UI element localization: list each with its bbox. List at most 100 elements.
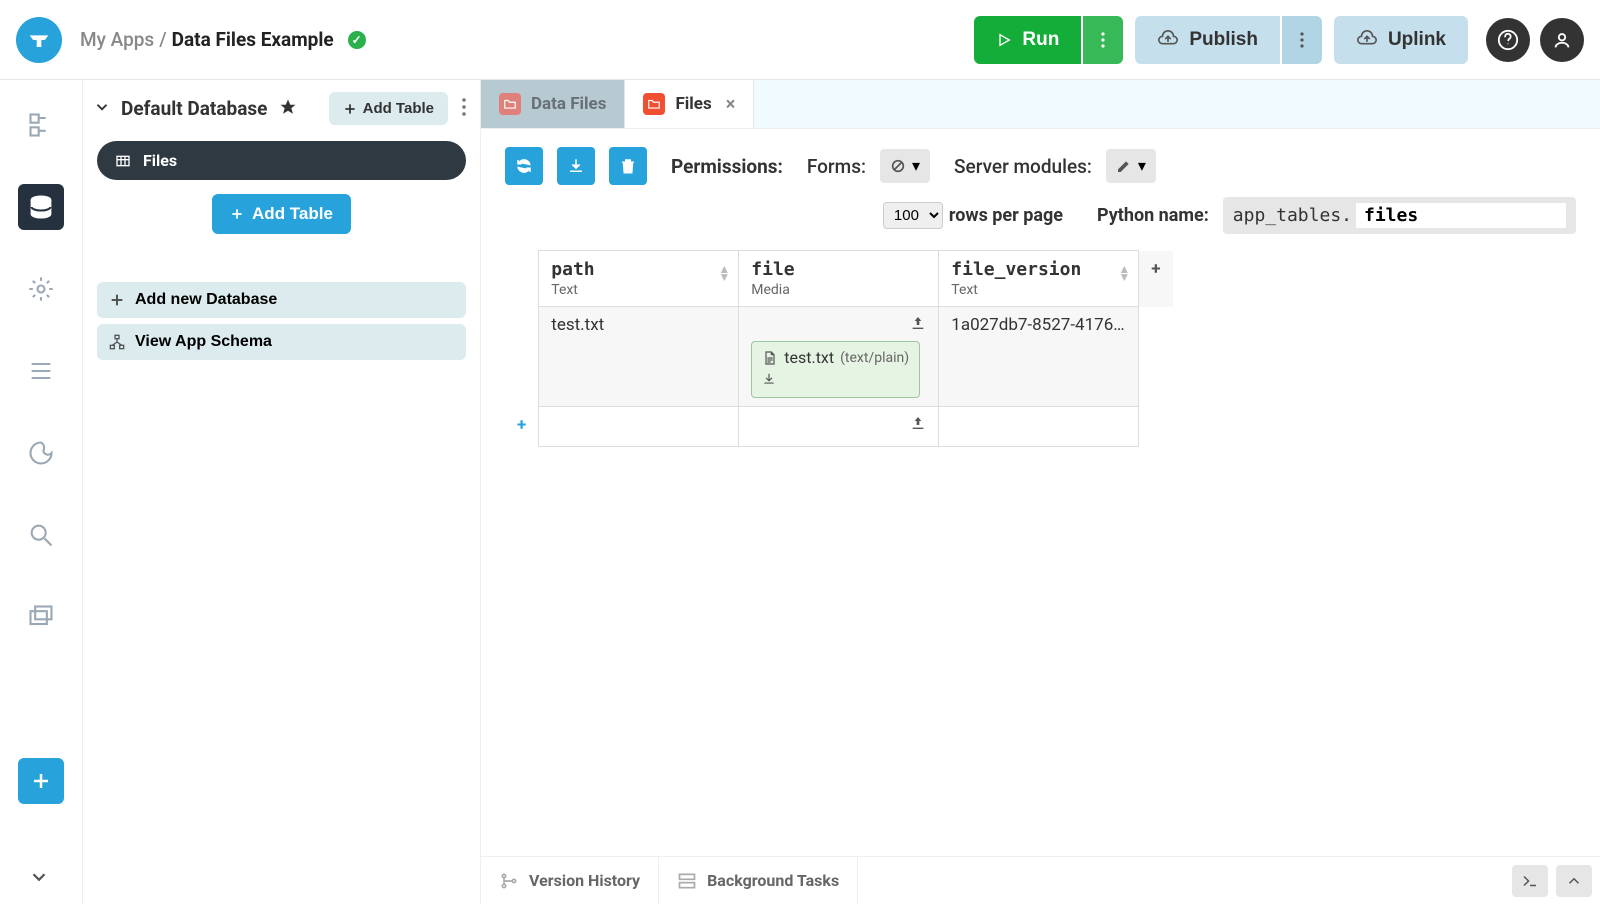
- close-tab-button[interactable]: ×: [726, 94, 736, 115]
- view-app-schema-button[interactable]: View App Schema: [97, 324, 466, 360]
- breadcrumb-app-name[interactable]: Data Files Example: [172, 28, 334, 51]
- schema-icon: [109, 334, 125, 350]
- sidebar-more-button[interactable]: [462, 98, 466, 120]
- console-button[interactable]: [1512, 865, 1548, 897]
- folder-icon: [643, 93, 665, 115]
- table-row-empty[interactable]: +: [505, 407, 1173, 447]
- python-name-box: app_tables.: [1223, 197, 1576, 234]
- play-icon: [996, 32, 1012, 48]
- toolbar: Permissions: Forms: ▾ Server modules: ▾: [481, 129, 1600, 193]
- rail-add-button[interactable]: [18, 758, 64, 804]
- breadcrumb-root[interactable]: My Apps: [80, 28, 154, 51]
- publish-label: Publish: [1189, 29, 1258, 51]
- toolbar-row2: 100 rows per page Python name: app_table…: [481, 193, 1600, 250]
- download-file-icon[interactable]: [762, 371, 909, 391]
- kebab-icon: [462, 98, 466, 116]
- table-wrap: path ▲▼ Text file Media file_version ▲▼ …: [481, 250, 1600, 447]
- rail-app-browser[interactable]: [18, 102, 64, 148]
- footer: Version History Background Tasks: [481, 856, 1600, 904]
- logo[interactable]: [16, 17, 62, 63]
- account-button[interactable]: [1540, 18, 1584, 62]
- uplink-label: Uplink: [1388, 29, 1446, 51]
- footer-label: Background Tasks: [707, 871, 839, 890]
- python-prefix: app_tables.: [1233, 205, 1352, 226]
- rail-collapse[interactable]: [28, 866, 50, 892]
- rows-per-page-select[interactable]: 100: [883, 202, 943, 229]
- database-title: Default Database: [121, 97, 267, 120]
- expand-button[interactable]: [1556, 865, 1592, 897]
- tab-label: Files: [675, 94, 711, 114]
- refresh-button[interactable]: [505, 147, 543, 185]
- server-permission-select[interactable]: ▾: [1106, 149, 1156, 183]
- rail-theme[interactable]: [18, 430, 64, 476]
- kebab-icon: [1101, 32, 1105, 48]
- cell-path[interactable]: test.txt: [539, 307, 739, 407]
- publish-button[interactable]: Publish: [1135, 16, 1280, 64]
- cell-empty[interactable]: [739, 407, 939, 447]
- server-label: Server modules:: [954, 155, 1092, 178]
- add-table-center-button[interactable]: Add Table: [212, 194, 351, 234]
- publish-menu-button[interactable]: [1282, 16, 1322, 64]
- cell-file-version[interactable]: 1a027db7-8527-4176…: [939, 307, 1139, 407]
- footer-background-tasks[interactable]: Background Tasks: [659, 857, 858, 904]
- folder-icon: [499, 93, 521, 115]
- star-icon[interactable]: [279, 98, 297, 120]
- forms-permission-select[interactable]: ▾: [880, 149, 930, 183]
- rail-settings[interactable]: [18, 266, 64, 312]
- sort-icon[interactable]: ▲▼: [718, 265, 730, 281]
- run-label: Run: [1022, 29, 1059, 51]
- upload-icon[interactable]: [910, 415, 926, 435]
- add-db-label: Add new Database: [135, 291, 277, 309]
- forms-label: Forms:: [807, 155, 866, 178]
- help-button[interactable]: [1486, 18, 1530, 62]
- permissions-label: Permissions:: [671, 155, 783, 178]
- cell-file[interactable]: test.txt (text/plain): [739, 307, 939, 407]
- add-column-button[interactable]: +: [1139, 251, 1173, 307]
- rail-logs[interactable]: [18, 348, 64, 394]
- sidebar-header: Default Database Add Table: [83, 80, 480, 137]
- python-name-input[interactable]: [1356, 203, 1566, 228]
- terminal-icon: [1521, 872, 1539, 890]
- col-header-path[interactable]: path ▲▼ Text: [539, 251, 739, 307]
- tasks-icon: [677, 871, 697, 891]
- run-button[interactable]: Run: [974, 16, 1081, 64]
- breadcrumb: My Apps / Data Files Example: [80, 28, 334, 51]
- question-icon: [1497, 29, 1519, 51]
- data-table: path ▲▼ Text file Media file_version ▲▼ …: [505, 250, 1173, 447]
- plus-icon: [230, 207, 244, 221]
- col-header-file[interactable]: file Media: [739, 251, 939, 307]
- tab-label: Data Files: [531, 94, 606, 114]
- add-table-top-button[interactable]: Add Table: [329, 92, 448, 125]
- status-ok-icon: [348, 31, 366, 49]
- file-chip[interactable]: test.txt (text/plain): [751, 341, 920, 398]
- tab-files[interactable]: Files ×: [625, 80, 754, 128]
- col-header-file-version[interactable]: file_version ▲▼ Text: [939, 251, 1139, 307]
- table-row[interactable]: test.txt test.txt (text/plain): [505, 307, 1173, 407]
- upload-icon[interactable]: [910, 315, 926, 335]
- rail-search[interactable]: [18, 512, 64, 558]
- add-new-database-button[interactable]: Add new Database: [97, 282, 466, 318]
- download-button[interactable]: [557, 147, 595, 185]
- cell-empty[interactable]: [939, 407, 1139, 447]
- delete-button[interactable]: [609, 147, 647, 185]
- caret-down-icon: ▾: [912, 156, 920, 176]
- footer-version-history[interactable]: Version History: [481, 857, 659, 904]
- rail-data-tables[interactable]: [18, 184, 64, 230]
- file-icon: [762, 350, 778, 366]
- plus-icon: [109, 292, 125, 308]
- plus-icon: [343, 102, 357, 116]
- tab-data-files[interactable]: Data Files: [481, 80, 625, 128]
- chevron-down-icon[interactable]: [93, 98, 113, 120]
- footer-label: Version History: [529, 871, 640, 890]
- trash-icon: [619, 157, 637, 175]
- sort-icon[interactable]: ▲▼: [1118, 265, 1130, 281]
- rail-dependencies[interactable]: [18, 594, 64, 640]
- uplink-button[interactable]: Uplink: [1334, 16, 1468, 64]
- run-menu-button[interactable]: [1083, 16, 1123, 64]
- branch-icon: [499, 871, 519, 891]
- cell-empty[interactable]: [539, 407, 739, 447]
- add-row-button[interactable]: +: [505, 407, 539, 447]
- breadcrumb-sep: /: [159, 28, 166, 51]
- file-name: test.txt: [784, 348, 834, 367]
- table-item-files[interactable]: Files: [97, 141, 466, 180]
